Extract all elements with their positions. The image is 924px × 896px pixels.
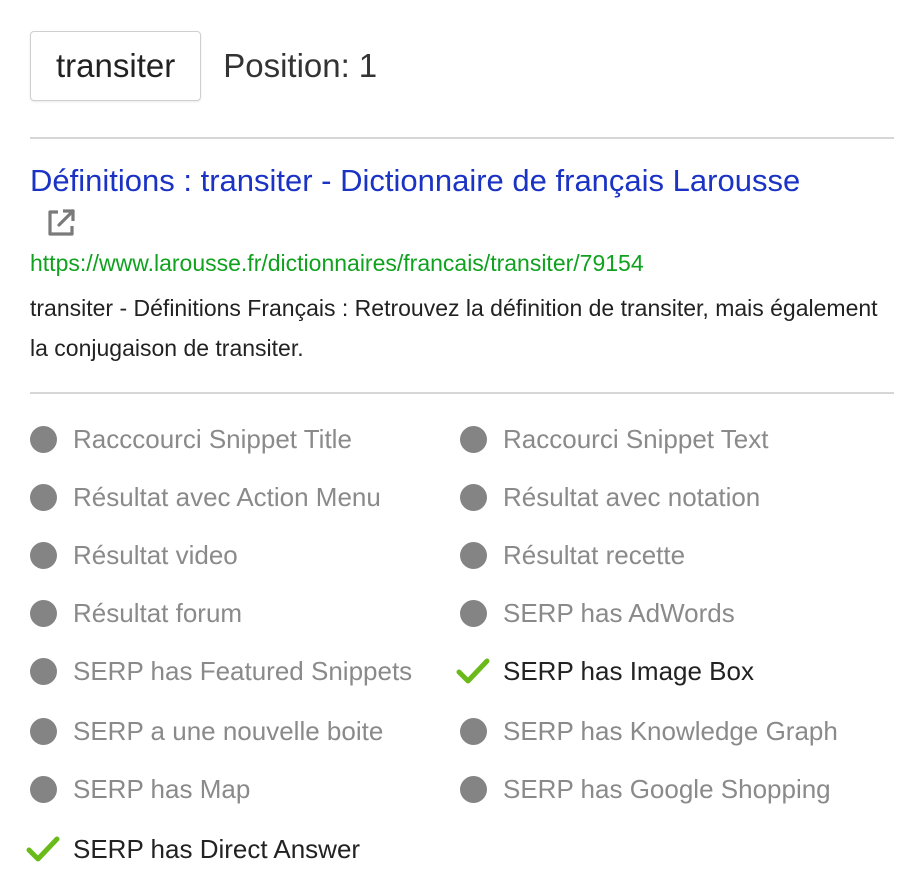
divider: [30, 137, 894, 139]
serp-feature-label: Racccourci Snippet Title: [73, 423, 352, 454]
serp-feature-item: SERP has Google Shopping: [460, 760, 831, 818]
serp-feature-item: Résultat forum: [30, 584, 242, 642]
serp-feature-item: SERP a une nouvelle boite: [30, 702, 383, 760]
serp-feature-item: Résultat recette: [460, 526, 685, 584]
serp-feature-label: SERP has Featured Snippets: [73, 655, 413, 686]
serp-feature-item: SERP has AdWords: [460, 584, 735, 642]
dot-icon: [460, 425, 487, 453]
serp-feature-label: SERP has Google Shopping: [503, 773, 831, 804]
divider: [30, 392, 894, 394]
serp-feature-item: Résultat video: [30, 526, 238, 584]
serp-feature-label: Résultat video: [73, 539, 238, 570]
header: transiter Position: 1: [30, 30, 377, 102]
serp-feature-item: Raccourci Snippet Text: [460, 410, 768, 468]
check-icon: [456, 656, 490, 686]
serp-feature-label: SERP has AdWords: [503, 597, 735, 628]
dot-icon: [460, 483, 487, 511]
serp-feature-item: SERP has Map: [30, 760, 250, 818]
external-link-icon[interactable]: [44, 206, 78, 240]
serp-feature-item: Résultat avec notation: [460, 468, 760, 526]
serp-feature-label: SERP has Map: [73, 773, 251, 804]
position-label: Position:: [223, 47, 350, 84]
dot-icon: [30, 775, 57, 803]
serp-feature-item: SERP has Image Box: [456, 642, 754, 700]
result-description: transiter - Définitions Français : Retro…: [30, 295, 878, 361]
dot-icon: [460, 717, 487, 745]
dot-icon: [30, 483, 57, 511]
serp-feature-item: Résultat avec Action Menu: [30, 468, 381, 526]
serp-feature-label: SERP has Knowledge Graph: [503, 715, 838, 746]
result-title-link[interactable]: Définitions : transiter - Dictionnaire d…: [30, 163, 800, 198]
serp-feature-item: SERP has Knowledge Graph: [460, 702, 838, 760]
serp-feature-label: SERP has Direct Answer: [73, 833, 361, 864]
dot-icon: [30, 541, 57, 569]
serp-feature-label: Résultat avec Action Menu: [73, 481, 381, 512]
serp-feature-label: SERP a une nouvelle boite: [73, 715, 384, 746]
serp-feature-label: SERP has Image Box: [503, 655, 754, 686]
result-url: https://www.larousse.fr/dictionnaires/fr…: [30, 250, 644, 276]
dot-icon: [30, 425, 57, 453]
keyword-button[interactable]: transiter: [30, 31, 202, 101]
serp-feature-label: Résultat forum: [73, 597, 243, 628]
dot-icon: [30, 599, 57, 627]
check-icon: [26, 834, 60, 864]
serp-feature-label: Résultat avec notation: [503, 481, 761, 512]
position-indicator: Position: 1: [223, 47, 377, 85]
serp-feature-item: SERP has Direct Answer: [26, 820, 361, 878]
position-value: 1: [358, 47, 378, 84]
serp-feature-item: Racccourci Snippet Title: [30, 410, 352, 468]
dot-icon: [460, 541, 487, 569]
dot-icon: [460, 599, 487, 627]
serp-feature-label: Raccourci Snippet Text: [503, 423, 769, 454]
serp-feature-label: Résultat recette: [503, 539, 686, 570]
serp-feature-item: SERP has Featured Snippets: [30, 642, 412, 700]
search-result: Définitions : transiter - Dictionnaire d…: [30, 160, 894, 368]
dot-icon: [30, 717, 57, 745]
dot-icon: [460, 775, 487, 803]
dot-icon: [30, 657, 57, 685]
